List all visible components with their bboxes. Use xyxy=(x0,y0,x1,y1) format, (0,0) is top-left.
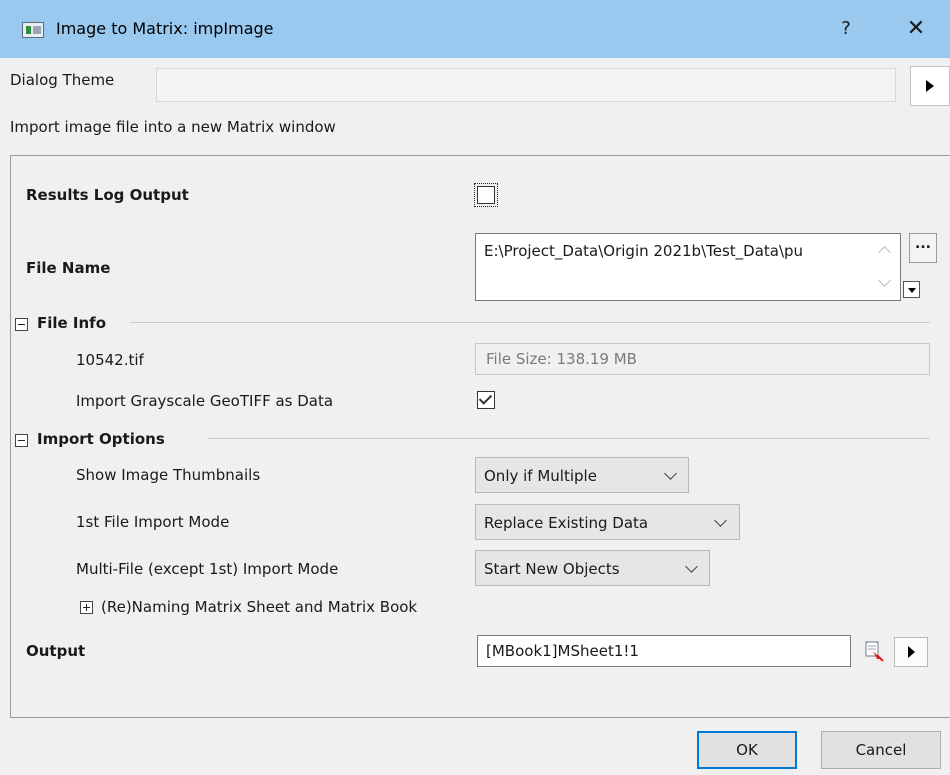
file-name-value: E:\Project_Data\Origin 2021b\Test_Data\p… xyxy=(484,242,804,260)
thumbnails-label: Show Image Thumbnails xyxy=(76,466,261,484)
expand-renaming-icon[interactable] xyxy=(80,601,93,614)
dialog-theme-field[interactable] xyxy=(156,68,896,102)
thumbnails-value: Only if Multiple xyxy=(484,467,597,485)
first-file-mode-label: 1st File Import Mode xyxy=(76,513,230,531)
import-options-section-label: Import Options xyxy=(37,430,165,448)
geotiff-checkbox[interactable] xyxy=(477,391,495,409)
ok-button[interactable]: OK xyxy=(697,731,797,769)
renaming-section-label[interactable]: (Re)Naming Matrix Sheet and Matrix Book xyxy=(101,598,417,616)
scroll-down-icon[interactable] xyxy=(878,274,891,287)
matrix-window-icon xyxy=(22,22,44,38)
import-options-divider xyxy=(208,438,930,439)
chevron-down-icon xyxy=(685,560,698,573)
output-menu-button[interactable] xyxy=(894,637,928,667)
file-size-field: File Size: 138.19 MB xyxy=(475,343,930,375)
output-value: [MBook1]MSheet1!1 xyxy=(486,642,639,660)
first-file-mode-dropdown[interactable]: Replace Existing Data xyxy=(475,504,740,540)
file-info-filename: 10542.tif xyxy=(76,351,144,369)
multi-file-mode-value: Start New Objects xyxy=(484,560,620,578)
browse-button[interactable]: ... xyxy=(909,233,937,263)
scroll-up-icon[interactable] xyxy=(878,246,891,259)
geotiff-label: Import Grayscale GeoTIFF as Data xyxy=(76,392,334,410)
dialog-theme-menu-button[interactable] xyxy=(910,66,950,106)
chevron-down-icon xyxy=(714,514,727,527)
chevron-down-icon xyxy=(664,467,677,480)
file-name-input[interactable]: E:\Project_Data\Origin 2021b\Test_Data\p… xyxy=(475,233,901,301)
file-list-expand-button[interactable] xyxy=(903,281,920,298)
cancel-button[interactable]: Cancel xyxy=(821,731,941,769)
collapse-import-options-icon[interactable] xyxy=(15,434,28,447)
window-title: Image to Matrix: impImage xyxy=(56,19,274,38)
first-file-mode-value: Replace Existing Data xyxy=(484,514,649,532)
output-label: Output xyxy=(26,642,86,660)
results-log-label: Results Log Output xyxy=(26,186,189,204)
select-range-icon xyxy=(865,641,884,662)
dialog-description: Import image file into a new Matrix wind… xyxy=(10,118,336,136)
file-info-divider xyxy=(130,322,930,323)
dialog-theme-label: Dialog Theme xyxy=(10,71,115,89)
collapse-file-info-icon[interactable] xyxy=(15,318,28,331)
output-input[interactable]: [MBook1]MSheet1!1 xyxy=(477,635,851,667)
file-name-label: File Name xyxy=(26,259,111,277)
file-info-section-label: File Info xyxy=(37,314,107,332)
output-select-button[interactable] xyxy=(861,637,889,665)
multi-file-mode-dropdown[interactable]: Start New Objects xyxy=(475,550,710,586)
file-name-scrollbar[interactable] xyxy=(872,234,900,300)
help-button[interactable]: ? xyxy=(826,12,866,46)
thumbnails-dropdown[interactable]: Only if Multiple xyxy=(475,457,689,493)
multi-file-mode-label: Multi-File (except 1st) Import Mode xyxy=(76,560,339,578)
close-button[interactable]: ✕ xyxy=(896,12,936,46)
results-log-checkbox[interactable] xyxy=(474,183,498,207)
